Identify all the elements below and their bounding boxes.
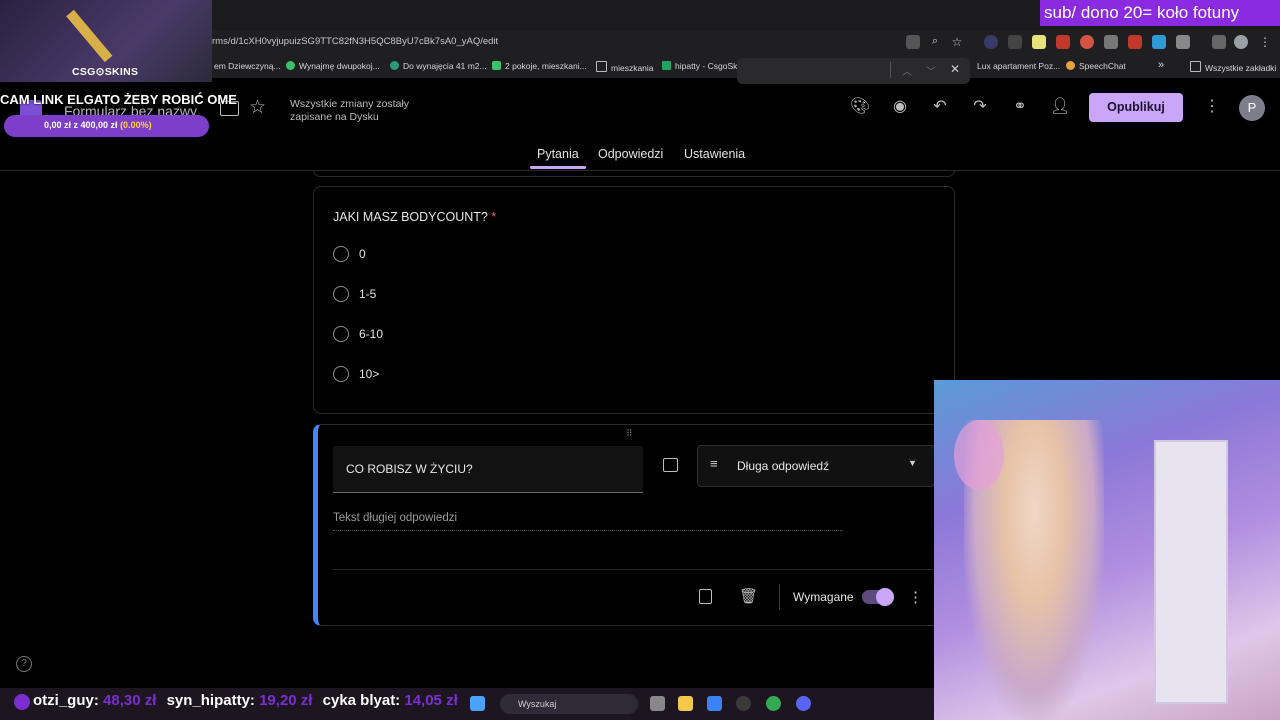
footer-divider <box>779 584 780 610</box>
menu-dots-icon[interactable]: ⋮ <box>1258 35 1272 49</box>
bookmark-item[interactable]: SpeechChat <box>1066 61 1126 71</box>
question-title-text[interactable]: CO ROBISZ W ŻYCIU? <box>346 462 473 476</box>
more-bookmarks-icon[interactable]: » <box>1158 59 1164 71</box>
radio-button[interactable] <box>333 286 349 302</box>
stream-banner: CAM LINK ELGATO ŻEBY ROBIĆ OME <box>0 92 237 107</box>
page-icon[interactable] <box>906 35 920 49</box>
find-divider <box>890 62 891 78</box>
radio-button[interactable] <box>333 366 349 382</box>
required-label: Wymagane <box>793 590 854 604</box>
long-answer-placeholder: Tekst długiej odpowiedzi <box>333 512 458 524</box>
find-prev-icon[interactable]: ︿ <box>902 63 912 78</box>
chrome-icon[interactable] <box>766 696 781 711</box>
palette-icon[interactable]: 🎨︎ <box>850 97 870 117</box>
duplicate-icon[interactable] <box>699 589 712 604</box>
sponsor-logo: CSG⊙SKINS <box>72 66 139 78</box>
radio-option[interactable]: 0 <box>333 246 366 262</box>
start-icon[interactable] <box>470 696 485 711</box>
delete-icon[interactable]: 🗑︎ <box>739 587 758 605</box>
puzzle-icon[interactable] <box>1176 35 1190 49</box>
previous-card-edge <box>313 170 955 177</box>
bookmark-item[interactable]: hipatty - CsgoSki <box>662 61 739 71</box>
radio-option[interactable]: 6-10 <box>333 326 383 342</box>
avatar-icon <box>14 694 30 710</box>
required-toggle-knob[interactable] <box>876 588 894 606</box>
paragraph-icon: ≡ <box>710 456 718 471</box>
question-type-label: Długa odpowiedź <box>737 459 830 473</box>
all-bookmarks-folder[interactable]: Wszystkie zakładki <box>1190 61 1276 73</box>
adblock-icon[interactable] <box>1056 35 1070 49</box>
playlist-icon[interactable] <box>1212 35 1226 49</box>
active-tab-indicator <box>530 166 586 169</box>
profile-icon[interactable] <box>1234 35 1248 49</box>
bookmark-item[interactable]: Do wynajęcia 41 m2... <box>390 61 487 71</box>
bookmark-item[interactable]: 2 pokoje, mieszkani... <box>492 61 587 71</box>
question-title: JAKI MASZ BODYCOUNT? * <box>333 210 497 224</box>
taskbar-search[interactable]: Wyszukaj <box>500 694 638 714</box>
radio-option[interactable]: 10> <box>333 366 379 382</box>
find-next-icon[interactable]: ﹀ <box>926 63 936 78</box>
more-options-icon[interactable]: ⋮ <box>1202 97 1222 117</box>
file-explorer-icon[interactable] <box>678 696 693 711</box>
webcam-feed <box>934 380 1280 720</box>
drag-handle-icon[interactable]: ⠿ <box>626 428 634 439</box>
add-image-icon[interactable] <box>663 458 678 472</box>
extension-icon[interactable] <box>1128 35 1142 49</box>
app-icon[interactable] <box>736 696 751 711</box>
bookmark-item[interactable]: Wynajmę dwupokoj... <box>286 61 380 71</box>
donation-progress-text: 0,00 zł z 400,00 zł (0.00%) <box>44 120 152 130</box>
zoom-icon[interactable]: ⌕ <box>928 35 942 49</box>
radio-option[interactable]: 1-5 <box>333 286 376 302</box>
donation-ticker: otzi_guy: 48,30 zł syn_hipatty: 19,20 zł… <box>33 692 458 709</box>
link-icon[interactable]: ⚭ <box>1010 97 1030 117</box>
redo-icon[interactable]: ↷ <box>970 97 990 117</box>
publish-button[interactable]: Opublikuj <box>1089 93 1183 122</box>
tab-questions[interactable]: Pytania <box>537 147 579 161</box>
add-collaborator-icon[interactable]: 👤︎ <box>1050 97 1070 117</box>
shield-icon[interactable] <box>1104 35 1118 49</box>
bookmark-folder[interactable]: mieszkania <box>596 61 654 73</box>
bookmark-star-icon[interactable]: ☆ <box>950 35 964 49</box>
avatar[interactable]: P <box>1239 95 1265 121</box>
extension-icon[interactable] <box>1152 35 1166 49</box>
card-divider <box>333 569 933 570</box>
headphones-graphic <box>954 420 1004 490</box>
find-close-icon[interactable]: ✕ <box>950 62 960 76</box>
dropdown-arrow-icon[interactable]: ▼ <box>908 458 917 468</box>
url-text[interactable]: rms/d/1cXH0vyjupuizSG9TTC82fN3H5QC8ByU7c… <box>212 36 498 47</box>
required-asterisk: * <box>491 210 497 224</box>
extension-icon[interactable] <box>984 35 998 49</box>
undo-icon[interactable]: ↶ <box>930 97 950 117</box>
task-view-icon[interactable] <box>650 696 665 711</box>
discord-icon[interactable] <box>796 696 811 711</box>
store-icon[interactable] <box>707 696 722 711</box>
door-graphic <box>1154 440 1228 704</box>
bookmark-item[interactable]: Lux apartament Poz... <box>977 61 1060 71</box>
radio-button[interactable] <box>333 246 349 262</box>
tab-responses[interactable]: Odpowiedzi <box>598 147 663 161</box>
help-icon[interactable]: ? <box>16 656 32 672</box>
donation-goal-banner: sub/ dono 20= koło fotuny <box>1040 0 1280 26</box>
extension-icon[interactable] <box>1080 35 1094 49</box>
preview-eye-icon[interactable]: ◉ <box>890 97 910 117</box>
bookmark-item[interactable]: em Dziewczyną... <box>214 61 281 71</box>
radio-button[interactable] <box>333 326 349 342</box>
extension-icon[interactable] <box>1032 35 1046 49</box>
tab-settings[interactable]: Ustawienia <box>684 147 745 161</box>
star-icon[interactable]: ☆ <box>249 96 266 119</box>
save-status: Wszystkie zmiany zostały zapisane na Dys… <box>290 98 410 123</box>
answer-underline <box>333 530 843 532</box>
extension-icon[interactable] <box>1008 35 1022 49</box>
question-more-icon[interactable]: ⋮ <box>908 588 923 606</box>
